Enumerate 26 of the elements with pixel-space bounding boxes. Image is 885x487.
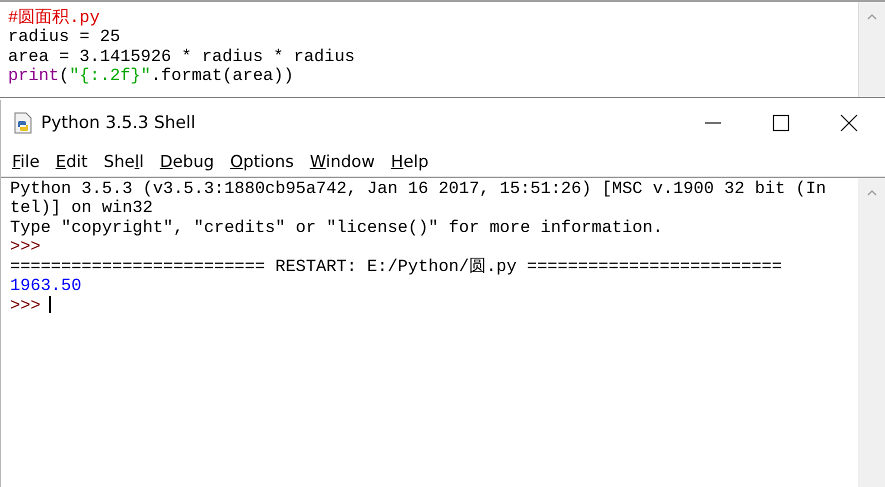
python-file-icon <box>13 112 33 134</box>
code-line: print("{:.2f}".format(area)) <box>8 67 295 87</box>
menu-item[interactable]: File <box>12 152 40 170</box>
scroll-up-icon[interactable] <box>866 190 876 196</box>
console-line: Type "copyright", "credits" or "license()" for more information. <box>10 218 663 238</box>
menu-item[interactable]: Help <box>390 152 429 170</box>
console-line: ========================= RESTART: E:/Python/圆.py ========================= <box>10 258 782 277</box>
prompt: >>> <box>10 238 41 258</box>
close-icon[interactable] <box>839 113 859 133</box>
console-line: tel)] on win32 <box>10 199 153 218</box>
menu-item[interactable]: Shell <box>104 152 144 170</box>
code-line: #圆面积.py <box>8 9 101 28</box>
menu-item[interactable]: Edit <box>56 152 88 170</box>
scroll-up-icon[interactable] <box>867 14 877 20</box>
scrollbar[interactable] <box>858 178 885 487</box>
code-line: area = 3.1415926 * radius * radius <box>8 48 356 68</box>
prompt: >>> <box>10 297 41 316</box>
code-line: radius = 25 <box>8 28 122 48</box>
menu-item[interactable]: Options <box>230 152 294 170</box>
output-line: 1963.50 <box>10 276 82 296</box>
console-line: Python 3.5.3 (v3.5.3:1880cb95a742, Jan 16 2017, 15:51:26) [MSC v.1900 32 bit (In <box>10 180 826 199</box>
maximize-icon[interactable] <box>771 113 791 133</box>
menu-item[interactable]: Debug <box>160 152 214 170</box>
window-title: Python 3.5.3 Shell <box>41 113 196 133</box>
menu-item[interactable]: Window <box>310 152 375 170</box>
scrollbar[interactable] <box>858 2 885 97</box>
